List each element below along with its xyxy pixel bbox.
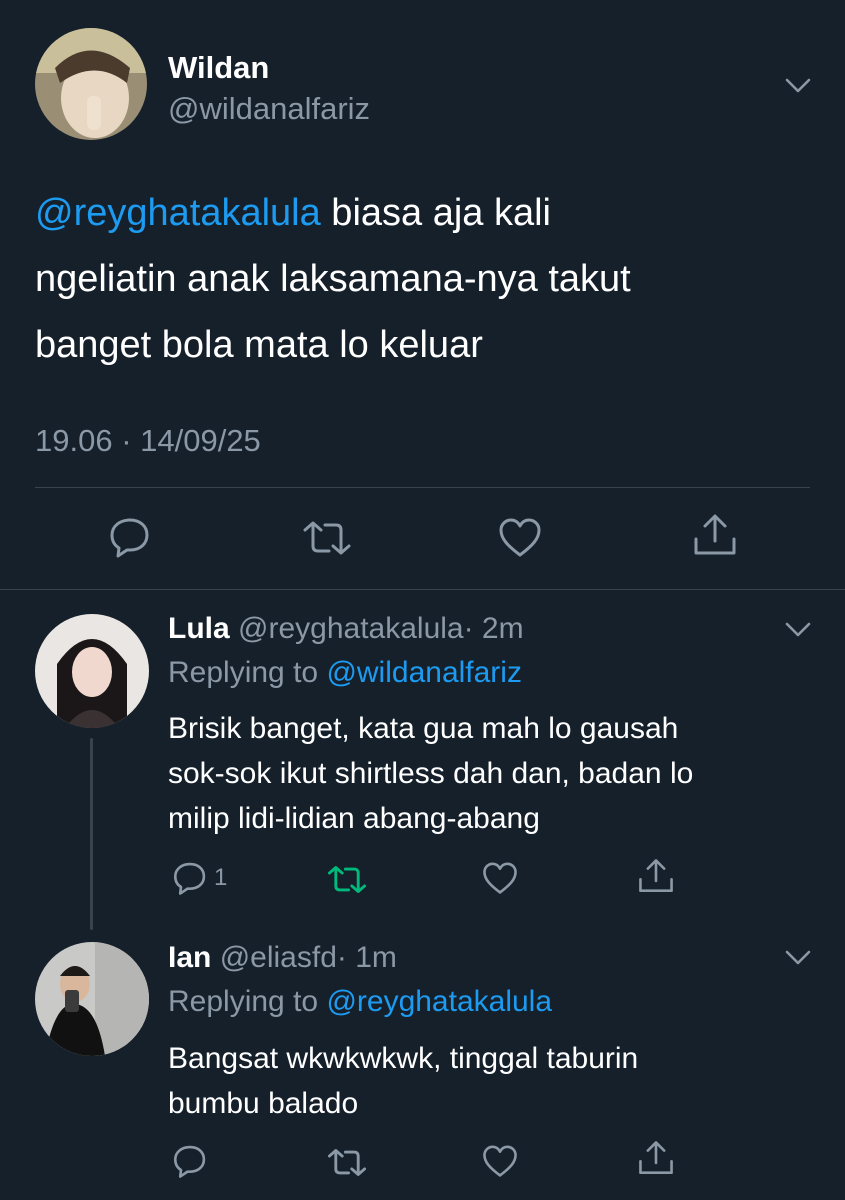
like-icon[interactable]	[498, 518, 542, 558]
author-avatar[interactable]	[35, 28, 147, 140]
like-icon[interactable]	[482, 862, 518, 895]
chevron-down-icon[interactable]	[784, 77, 812, 95]
reply-author-name[interactable]: Lula	[168, 612, 230, 645]
replying-to: Replying to @reyghatakalula	[168, 985, 553, 1018]
section-divider	[0, 589, 845, 590]
reply-header: Lula @reyghatakalula· 2m	[168, 612, 524, 646]
reply-icon[interactable]	[172, 1143, 208, 1179]
like-icon[interactable]	[482, 1145, 518, 1178]
retweet-icon[interactable]	[327, 1148, 367, 1177]
mention-link[interactable]: @reyghatakalula	[35, 192, 321, 234]
reply-time: · 2m	[463, 612, 524, 645]
tweet-text-line-2: ngeliatin anak laksamana-nya takut	[35, 258, 631, 300]
avatar-image	[35, 28, 147, 140]
reply-text-line-2: sok-sok ikut shirtless dah dan, badan lo	[168, 757, 694, 790]
reply-icon[interactable]	[108, 515, 152, 559]
avatar-image	[35, 942, 149, 1056]
tweet-text-line-1: @reyghatakalula biasa aja kali	[35, 192, 551, 234]
reply-text-line-1: Bangsat wkwkwkwk, tinggal taburin	[168, 1042, 639, 1075]
replying-to: Replying to @wildanalfariz	[168, 656, 522, 689]
reply-header: Ian @eliasfd· 1m	[168, 941, 397, 975]
reply-author-avatar[interactable]	[35, 942, 149, 1056]
replying-to-link[interactable]: @reyghatakalula	[326, 985, 552, 1018]
replying-to-link[interactable]: @wildanalfariz	[326, 656, 522, 689]
reply-icon[interactable]	[172, 860, 208, 896]
reply-author-avatar[interactable]	[35, 614, 149, 728]
thread-line	[90, 738, 93, 930]
retweet-icon[interactable]	[302, 520, 352, 556]
share-icon[interactable]	[637, 858, 675, 894]
reply-text-line-1: Brisik banget, kata gua mah lo gausah	[168, 712, 679, 745]
chevron-down-icon[interactable]	[784, 949, 812, 967]
author-handle[interactable]: @wildanalfariz	[168, 91, 370, 127]
tweet-text-line-3: banget bola mata lo keluar	[35, 324, 483, 366]
share-icon[interactable]	[692, 513, 738, 557]
reply-text-line-2: bumbu balado	[168, 1087, 359, 1120]
share-icon[interactable]	[637, 1140, 675, 1176]
divider	[35, 487, 810, 488]
chevron-down-icon[interactable]	[784, 621, 812, 639]
reply-author-name[interactable]: Ian	[168, 941, 211, 974]
reply-text-line-3: milip lidi-lidian abang-abang	[168, 802, 540, 835]
reply-count: 1	[214, 864, 228, 891]
tweet-timestamp[interactable]: 19.06 · 14/09/25	[35, 423, 261, 459]
avatar-image	[35, 614, 149, 728]
author-name[interactable]: Wildan	[168, 50, 269, 86]
reply-author-handle[interactable]: @eliasfd	[220, 941, 337, 974]
retweet-icon-active[interactable]	[327, 865, 367, 894]
reply-author-handle[interactable]: @reyghatakalula	[238, 612, 464, 645]
reply-time: · 1m	[336, 941, 397, 974]
